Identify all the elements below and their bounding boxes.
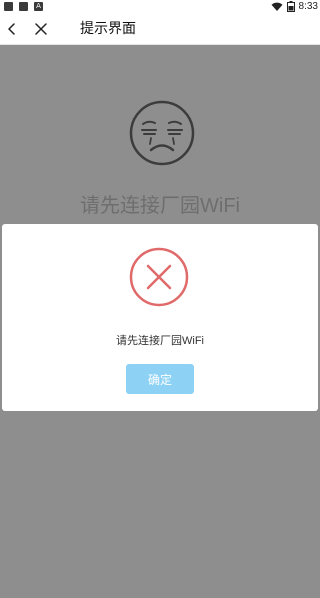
battery-icon [286, 1, 295, 12]
error-circle-x-icon [129, 247, 189, 307]
image-icon [19, 2, 28, 11]
dialog-message: 请先连接厂园WiFi [116, 335, 204, 347]
status-right-icons: 8:33 [271, 1, 318, 12]
confirm-button[interactable]: 确定 [126, 364, 194, 394]
status-left-icons: A [4, 2, 43, 11]
back-arrow-icon[interactable] [4, 21, 20, 37]
status-time: 8:33 [298, 1, 318, 12]
font-icon: A [34, 2, 43, 11]
close-icon[interactable] [33, 21, 49, 37]
error-dialog: 请先连接厂园WiFi 确定 [2, 224, 318, 411]
status-bar: A 8:33 [0, 0, 320, 14]
title-bar: 提示界面 [0, 14, 320, 45]
page-title: 提示界面 [80, 21, 136, 37]
crying-face-icon [129, 100, 195, 166]
background-message: 请先连接厂园WiFi [80, 195, 240, 217]
gallery-icon [4, 2, 13, 11]
wifi-icon [271, 2, 283, 11]
